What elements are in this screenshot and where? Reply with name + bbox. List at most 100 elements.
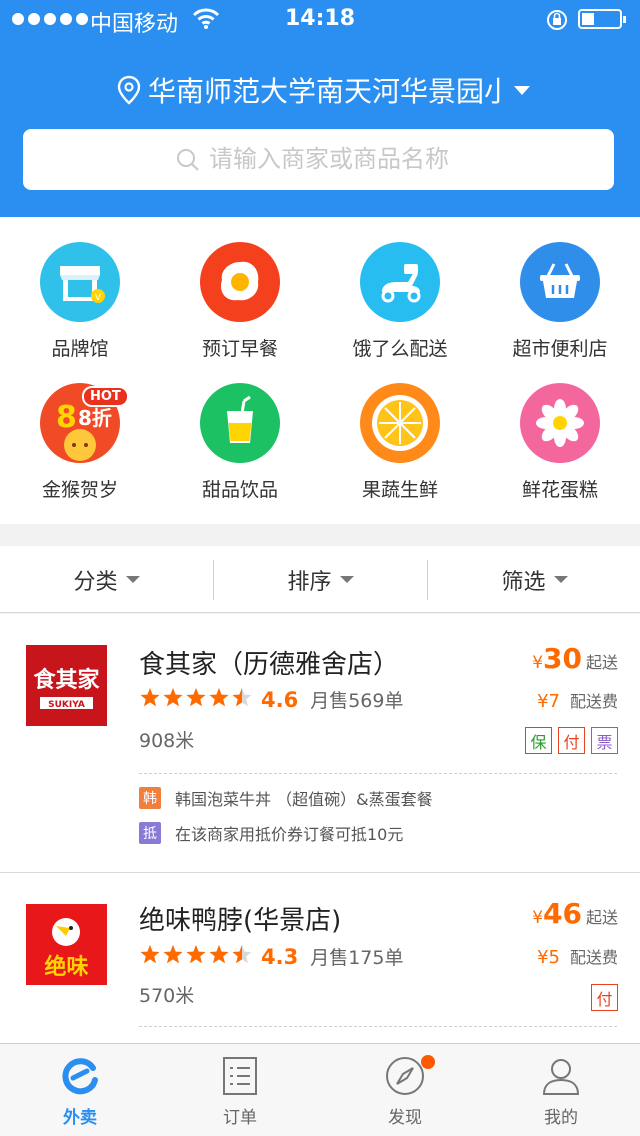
category-label: 鲜花蛋糕: [521, 479, 598, 501]
location-pin-icon: [117, 75, 141, 105]
svg-text:绝味: 绝味: [44, 954, 88, 980]
star-icon: [232, 687, 252, 706]
orange-slice-icon: [360, 383, 440, 463]
currency-symbol: ¥: [532, 653, 544, 673]
header: 华南师范大学南天河华景园小区: [0, 40, 640, 217]
fried-egg-icon: [200, 242, 280, 322]
tab-label: 发现: [388, 1108, 422, 1128]
storefront-icon: V: [40, 242, 120, 322]
shop-logo: 绝味: [26, 904, 107, 985]
flower-icon: [520, 383, 600, 463]
category-label: 预订早餐: [201, 338, 278, 360]
category-breakfast[interactable]: 预订早餐: [160, 242, 320, 361]
star-icon: [232, 944, 252, 963]
location-selector[interactable]: 华南师范大学南天河华景园小区: [116, 70, 530, 110]
category-eleme-delivery[interactable]: 饿了么配送: [320, 242, 480, 361]
star-icon: [163, 687, 183, 706]
filter-sort[interactable]: 排序: [214, 546, 427, 613]
location-address: 华南师范大学南天河华景园小区: [148, 75, 500, 108]
status-bar: 中国移动 14:18: [0, 0, 640, 40]
delivery-fee-label: 配送费: [569, 948, 618, 967]
category-label: 甜品饮品: [201, 479, 278, 501]
shop-item[interactable]: 食其家 SUKIYA 食其家（历德雅舍店） 4.6 月售569单 908米 ¥ …: [0, 614, 640, 872]
tab-orders[interactable]: 订单: [160, 1044, 320, 1136]
rating-score: 4.3: [261, 944, 299, 969]
category-supermarket[interactable]: 超市便利店: [480, 242, 640, 361]
filter-label: 分类: [73, 569, 118, 595]
tab-takeout[interactable]: 外卖: [0, 1044, 160, 1136]
currency-symbol: ¥: [532, 908, 544, 928]
star-icon: [186, 944, 206, 963]
minimum-price: 30: [543, 642, 582, 675]
service-badges: 保 付 票: [525, 727, 618, 754]
category-label: 果蔬生鲜: [361, 479, 438, 501]
tab-profile[interactable]: 我的: [481, 1044, 640, 1136]
delivery-fee-value: ¥7: [537, 691, 560, 712]
battery-icon: [578, 9, 626, 29]
notification-dot: [421, 1055, 435, 1069]
search-input[interactable]: [209, 137, 589, 181]
filter-screen[interactable]: 筛选: [428, 546, 640, 613]
clock: 14:18: [284, 6, 356, 31]
minimum-price: 46: [543, 897, 582, 930]
delivery-fee-label: 配送费: [569, 692, 618, 711]
delivery-fee: ¥7 配送费: [537, 688, 618, 712]
hot-badge: HOT: [82, 386, 129, 407]
monthly-sales: 月售569单: [310, 690, 404, 712]
star-icon: [209, 687, 229, 706]
minimum-label: 起送: [585, 653, 618, 672]
category-desserts-drinks[interactable]: 甜品饮品: [160, 383, 320, 502]
filter-label: 筛选: [501, 569, 546, 595]
svg-text:SUKIYA: SUKIYA: [48, 700, 85, 710]
shop-name: 食其家（历德雅舍店）: [139, 650, 400, 680]
chevron-down-icon: [339, 576, 354, 583]
category-flowers-cakes[interactable]: 鲜花蛋糕: [480, 383, 640, 502]
distance: 908米: [139, 730, 195, 752]
category-grid: V 品牌馆 预订早餐 饿了么配送 超市便利店 8 8折 金猴贺岁 HOT 甜品饮…: [0, 217, 640, 524]
tab-bar: 外卖 订单 发现 我的: [0, 1043, 640, 1136]
category-brand-hall[interactable]: V 品牌馆: [0, 242, 160, 361]
promo-tag: 抵: [139, 822, 161, 844]
promo-text: 在该商家用抵价券订餐可抵10元: [175, 825, 404, 844]
order-list-icon: [223, 1057, 257, 1095]
category-label: 金猴贺岁: [41, 479, 118, 501]
delivery-fee: ¥5 配送费: [537, 944, 618, 968]
star-icon: [140, 944, 160, 963]
drink-cup-icon: [200, 383, 280, 463]
tab-discover[interactable]: 发现: [325, 1044, 485, 1136]
category-fresh-produce[interactable]: 果蔬生鲜: [320, 383, 480, 502]
shop-list: 食其家 SUKIYA 食其家（历德雅舍店） 4.6 月售569单 908米 ¥ …: [0, 614, 640, 1044]
guarantee-badge: 保: [525, 727, 552, 754]
promo-row: 韩 韩国泡菜牛丼 （超值碗）&蒸蛋套餐: [139, 786, 433, 810]
filter-category[interactable]: 分类: [0, 546, 213, 613]
star-icon: [209, 944, 229, 963]
filter-bar: 分类 排序 筛选: [0, 546, 640, 613]
discount-label: 8折: [78, 406, 112, 430]
star-icon: [163, 944, 183, 963]
tab-label: 外卖: [63, 1108, 97, 1128]
star-icon: [186, 687, 206, 706]
basket-icon: [520, 242, 600, 322]
minimum-order: ¥ 30 起送: [532, 642, 618, 675]
scooter-icon: [360, 242, 440, 322]
category-label: 超市便利店: [512, 338, 608, 360]
monthly-sales: 月售175单: [310, 947, 404, 969]
rotation-lock-icon: [547, 10, 567, 30]
service-badges: 付: [591, 984, 618, 1011]
svg-text:V: V: [95, 293, 102, 303]
online-pay-badge: 付: [558, 727, 585, 754]
star-rating: [139, 687, 253, 713]
search-bar[interactable]: [23, 129, 614, 190]
filter-label: 排序: [287, 569, 332, 595]
promo-row: 抵 在该商家用抵价券订餐可抵10元: [139, 821, 403, 845]
svg-text:8: 8: [56, 400, 77, 435]
tab-label: 我的: [544, 1108, 578, 1128]
search-icon: [177, 149, 199, 171]
chevron-down-icon: [125, 576, 140, 583]
star-rating: [139, 944, 253, 970]
shop-item[interactable]: 绝味 绝味鸭脖(华景店) 4.3 月售175单 570米 ¥ 46 起送 ¥5 …: [0, 873, 640, 1044]
category-monkey-new-year[interactable]: 8 8折 金猴贺岁: [0, 383, 160, 502]
chevron-down-icon: [553, 576, 568, 583]
rating-row: 4.6 月售569单: [139, 686, 403, 713]
distance: 570米: [139, 985, 195, 1007]
